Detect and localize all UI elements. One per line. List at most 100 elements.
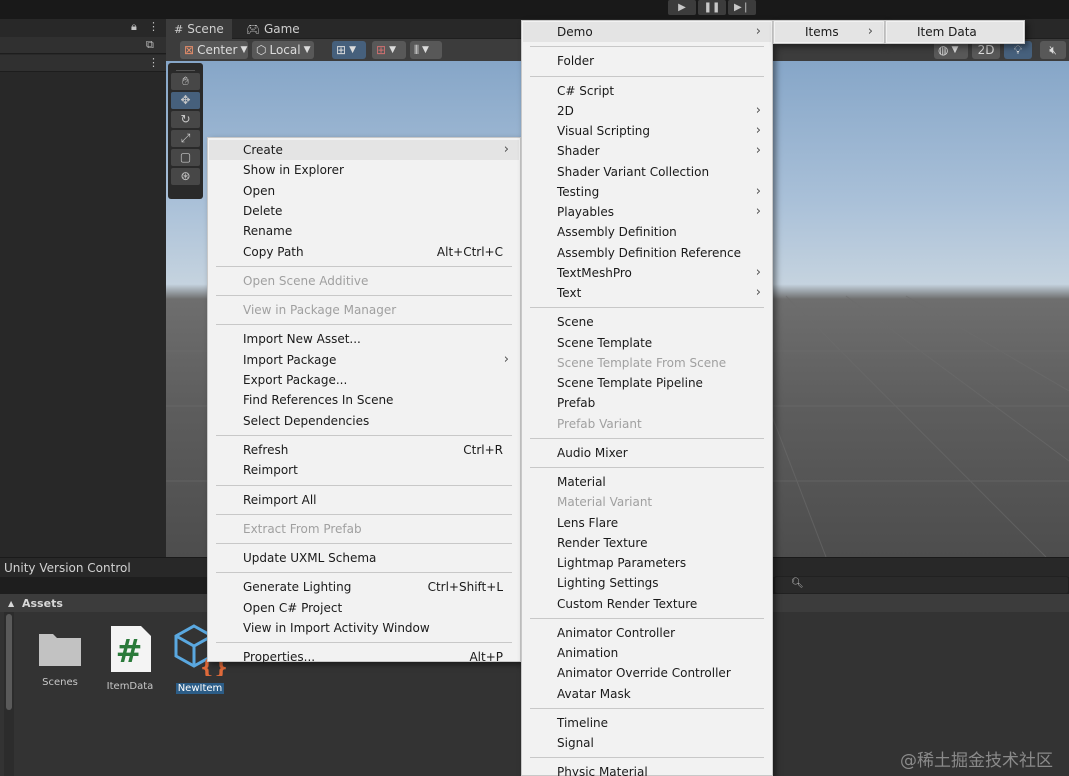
rotate-tool-icon[interactable]: ↻ (171, 111, 200, 128)
menu-item-select-dependencies[interactable]: Select Dependencies (209, 411, 519, 431)
menu-item-scene-template-pipeline[interactable]: Scene Template Pipeline (523, 373, 771, 393)
tab-game[interactable]: 🎮︎ Game (238, 19, 308, 39)
menu-item-show-in-explorer[interactable]: Show in Explorer (209, 160, 519, 180)
menu-item-view-in-import-activity-window[interactable]: View in Import Activity Window (209, 618, 519, 638)
menu-item-generate-lighting[interactable]: Generate Lighting Ctrl+Shift+L (209, 577, 519, 597)
hierarchy-search-row[interactable]: ⧉ (0, 37, 166, 54)
scale-tool-icon[interactable]: ⤢ (171, 130, 200, 147)
menu-item-label: View in Package Manager (243, 303, 397, 318)
menu-item-animation[interactable]: Animation (523, 643, 771, 663)
menu-item-reimport-all[interactable]: Reimport All (209, 490, 519, 510)
menu-item-prefab[interactable]: Prefab (523, 393, 771, 413)
menu-item-import-package[interactable]: Import Package › (209, 350, 519, 370)
toggle-2d-label: 2D (977, 43, 995, 57)
more-options-icon[interactable]: ⋮ (148, 20, 159, 33)
menu-item-label: Shader (557, 144, 600, 159)
menu-item-label: Material Variant (557, 495, 653, 510)
menu-item-items[interactable]: Items › (775, 22, 883, 42)
menu-item-open[interactable]: Open (209, 181, 519, 201)
drag-handle[interactable] (176, 65, 195, 71)
menu-item-update-uxml-schema[interactable]: Update UXML Schema (209, 548, 519, 568)
menu-item-animator-controller[interactable]: Animator Controller (523, 623, 771, 643)
menu-item-create[interactable]: Create › (209, 140, 519, 160)
menu-item-copy-path[interactable]: Copy Path Alt+Ctrl+C (209, 242, 519, 262)
menu-item-physic-material[interactable]: Physic Material (523, 762, 771, 776)
menu-item-demo[interactable]: Demo › (523, 22, 771, 42)
menu-item-c-script[interactable]: C# Script (523, 81, 771, 101)
menu-item-open-c-project[interactable]: Open C# Project (209, 598, 519, 618)
context-menu: Create › Show in Explorer Open Delete Rename C… (207, 137, 521, 664)
menu-item-visual-scripting[interactable]: Visual Scripting › (523, 121, 771, 141)
menu-item-lens-flare[interactable]: Lens Flare (523, 513, 771, 533)
csharp-script-icon: # (111, 626, 151, 672)
menu-item-delete[interactable]: Delete (209, 201, 519, 221)
asset-search-input[interactable]: 🔍︎ (774, 576, 1069, 594)
hand-tool-icon[interactable]: ✋︎ (171, 73, 200, 90)
menu-item-item-data[interactable]: Item Data (887, 22, 1023, 42)
menu-item-label: Reimport (243, 463, 298, 478)
menu-item-scene-template[interactable]: Scene Template (523, 333, 771, 353)
play-icon[interactable]: ▶ (668, 0, 696, 15)
menu-item-find-references-in-scene[interactable]: Find References In Scene (209, 390, 519, 410)
menu-item-import-new-asset[interactable]: Import New Asset... (209, 329, 519, 349)
menu-item-folder[interactable]: Folder (523, 51, 771, 71)
menu-item-testing[interactable]: Testing › (523, 182, 771, 202)
menu-item-label: Import New Asset... (243, 332, 361, 347)
menu-item-label: Avatar Mask (557, 686, 631, 701)
menu-item-shader-variant-collection[interactable]: Shader Variant Collection (523, 162, 771, 182)
menu-item-reimport[interactable]: Reimport (209, 460, 519, 480)
tab-scene[interactable]: # Scene (166, 19, 232, 39)
menu-separator (530, 46, 764, 48)
rect-tool-icon[interactable]: ▢ (171, 149, 200, 166)
audio-toggle[interactable]: 🔇︎ (1040, 41, 1066, 59)
scrollbar-thumb[interactable] (6, 614, 12, 710)
menu-item-text[interactable]: Text › (523, 283, 771, 303)
transform-tool-icon[interactable]: ⊛ (171, 168, 200, 185)
move-tool-icon[interactable]: ✥ (171, 92, 200, 109)
step-icon[interactable]: ▶❘ (728, 0, 756, 15)
space-dropdown[interactable]: ⬡ Local ▼ (252, 41, 314, 59)
chevron-up-icon[interactable]: ▲ (8, 599, 14, 608)
pause-icon[interactable]: ❚❚ (698, 0, 726, 15)
menu-separator (216, 543, 512, 545)
menu-item-signal[interactable]: Signal (523, 733, 771, 753)
lock-icon[interactable]: 🔒︎ (131, 20, 137, 34)
menu-item-textmeshpro[interactable]: TextMeshPro › (523, 263, 771, 283)
menu-item-label: Copy Path (243, 244, 304, 259)
more-options-icon[interactable]: ⋮ (148, 56, 159, 69)
menu-item-label: Physic Material (557, 765, 648, 776)
menu-item-refresh[interactable]: Refresh Ctrl+R (209, 440, 519, 460)
menu-item-label: Assembly Definition (557, 225, 677, 240)
menu-item-assembly-definition[interactable]: Assembly Definition (523, 222, 771, 242)
pivot-dropdown[interactable]: ⊠ Center ▼ (180, 41, 248, 59)
menu-item-assembly-definition-reference[interactable]: Assembly Definition Reference (523, 243, 771, 263)
increment-snap-button[interactable]: ⫴ ▼ (410, 41, 442, 59)
svg-text:#: # (116, 632, 143, 670)
menu-item-avatar-mask[interactable]: Avatar Mask (523, 684, 771, 704)
asset-item[interactable]: Scenes (30, 624, 90, 688)
menu-item-playables[interactable]: Playables › (523, 202, 771, 222)
menu-item-label: Testing (557, 184, 600, 199)
menu-item-animator-override-controller[interactable]: Animator Override Controller (523, 663, 771, 683)
menu-item-properties[interactable]: Properties... Alt+P (209, 647, 519, 667)
menu-item-timeline[interactable]: Timeline (523, 713, 771, 733)
menu-item-label: Render Texture (557, 535, 648, 550)
menu-item-shader[interactable]: Shader › (523, 141, 771, 161)
menu-item-2d[interactable]: 2D › (523, 101, 771, 121)
menu-item-scene[interactable]: Scene (523, 312, 771, 332)
menu-item-render-texture[interactable]: Render Texture (523, 533, 771, 553)
menu-item-rename[interactable]: Rename (209, 221, 519, 241)
panel-title[interactable]: Unity Version Control (4, 561, 131, 575)
grid-snap-dropdown[interactable]: ⊞ ▼ (332, 41, 366, 59)
menu-item-custom-render-texture[interactable]: Custom Render Texture (523, 594, 771, 614)
menu-separator (530, 757, 764, 759)
snap-increment-dropdown[interactable]: ⊞ ▼ (372, 41, 406, 59)
scrollbar[interactable] (4, 612, 14, 776)
search-options-icon[interactable]: ⧉ (146, 38, 154, 52)
menu-item-audio-mixer[interactable]: Audio Mixer (523, 443, 771, 463)
asset-item[interactable]: # ItemData (100, 624, 160, 692)
menu-item-export-package[interactable]: Export Package... (209, 370, 519, 390)
menu-item-lightmap-parameters[interactable]: Lightmap Parameters (523, 553, 771, 573)
menu-item-lighting-settings[interactable]: Lighting Settings (523, 573, 771, 593)
menu-item-material[interactable]: Material (523, 472, 771, 492)
